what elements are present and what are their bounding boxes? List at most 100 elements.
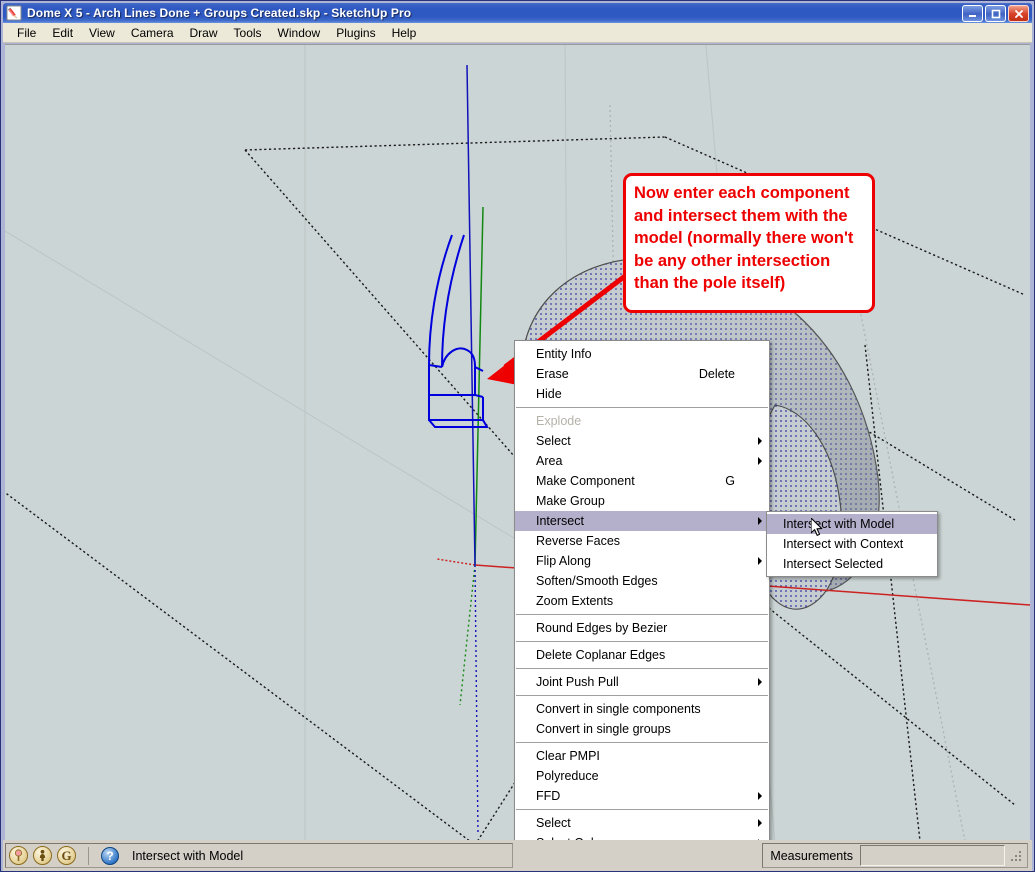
- context-menu-item-label: Joint Push Pull: [536, 675, 619, 689]
- submenu-item-intersect-selected[interactable]: Intersect Selected: [767, 554, 937, 574]
- context-menu-item-delete-coplanar-edges[interactable]: Delete Coplanar Edges: [515, 645, 769, 665]
- window-title: Dome X 5 - Arch Lines Done + Groups Crea…: [27, 6, 412, 20]
- context-menu-item-label: Hide: [536, 387, 562, 401]
- sketchup-pencil-icon: [6, 5, 23, 21]
- context-menu-item-area[interactable]: Area: [515, 451, 769, 471]
- context-menu-item-label: Select: [536, 434, 571, 448]
- menu-item-camera[interactable]: Camera: [123, 24, 182, 42]
- context-menu-item-select[interactable]: Select: [515, 431, 769, 451]
- context-menu-separator: [516, 695, 768, 696]
- context-menu-item-joint-push-pull[interactable]: Joint Push Pull: [515, 672, 769, 692]
- menu-item-plugins[interactable]: Plugins: [328, 24, 383, 42]
- context-menu-separator: [516, 742, 768, 743]
- context-menu-item-convert-in-single-components[interactable]: Convert in single components: [515, 699, 769, 719]
- callout-line-3: model (normally there won't: [634, 229, 854, 247]
- annotation-callout: Now enter each component and intersect t…: [623, 173, 875, 313]
- context-menu-item-label: Round Edges by Bezier: [536, 621, 668, 635]
- menu-item-help[interactable]: Help: [384, 24, 425, 42]
- context-menu-item-label: Flip Along: [536, 554, 591, 568]
- chevron-right-icon: [758, 517, 762, 525]
- chevron-right-icon: [758, 457, 762, 465]
- callout-line-2: and intersect them with the: [634, 206, 848, 225]
- menu-item-view[interactable]: View: [81, 24, 123, 42]
- chevron-right-icon: [758, 792, 762, 800]
- context-menu-item-label: Polyreduce: [536, 769, 599, 783]
- context-menu-item-label: Reverse Faces: [536, 534, 621, 548]
- status-message: Intersect with Model: [132, 848, 244, 863]
- window-controls: [962, 5, 1029, 22]
- context-menu-separator: [516, 641, 768, 642]
- menu-item-edit[interactable]: Edit: [44, 24, 81, 42]
- chevron-right-icon: [758, 678, 762, 686]
- chevron-right-icon: [758, 557, 762, 565]
- help-glyph: ?: [106, 848, 114, 863]
- callout-line-4: be any other intersection: [634, 251, 831, 270]
- context-menu[interactable]: Entity Info Erase Delete Hide Explode Se…: [514, 340, 770, 871]
- callout-line-1: Now enter each component: [634, 184, 850, 202]
- status-bar: G ? Intersect with Model Measurements: [3, 840, 1032, 871]
- context-menu-item-label: Explode: [536, 414, 582, 428]
- context-menu-item-label: Convert in single groups: [536, 722, 671, 736]
- intersect-submenu[interactable]: Intersect with Model Intersect with Cont…: [766, 511, 938, 577]
- context-menu-item-flip-along[interactable]: Flip Along: [515, 551, 769, 571]
- context-menu-item-label: Intersect: [536, 514, 584, 528]
- google-g-glyph: G: [61, 847, 72, 863]
- menu-item-tools[interactable]: Tools: [226, 24, 270, 42]
- context-menu-item-reverse-faces[interactable]: Reverse Faces: [515, 531, 769, 551]
- context-menu-item-hide[interactable]: Hide: [515, 384, 769, 404]
- context-menu-separator: [516, 407, 768, 408]
- context-menu-item-accel: G: [725, 474, 735, 488]
- status-bar-divider: [88, 846, 89, 865]
- close-button[interactable]: [1008, 5, 1029, 22]
- context-menu-item-label: Make Component: [536, 474, 635, 488]
- chevron-right-icon: [758, 819, 762, 827]
- sketchup-window: Dome X 5 - Arch Lines Done + Groups Crea…: [0, 0, 1035, 872]
- context-menu-item-label: Area: [536, 454, 563, 468]
- context-menu-item-erase[interactable]: Erase Delete: [515, 364, 769, 384]
- context-menu-item-convert-in-single-groups[interactable]: Convert in single groups: [515, 719, 769, 739]
- callout-line-5: than the pole itself): [634, 274, 786, 292]
- context-menu-item-zoom-extents[interactable]: Zoom Extents: [515, 591, 769, 611]
- chevron-right-icon: [758, 437, 762, 445]
- context-menu-item-entity-info[interactable]: Entity Info: [515, 344, 769, 364]
- google-g-icon[interactable]: G: [57, 846, 76, 865]
- measurements-panel: Measurements: [762, 843, 1028, 868]
- context-menu-item-clear-pmpi[interactable]: Clear PMPI: [515, 746, 769, 766]
- help-icon[interactable]: ?: [101, 846, 119, 865]
- context-menu-item-label: Delete Coplanar Edges: [536, 648, 666, 662]
- submenu-item-label: Intersect with Model: [783, 517, 895, 531]
- context-menu-item-label: Make Group: [536, 494, 605, 508]
- menu-item-file[interactable]: File: [9, 24, 44, 42]
- context-menu-item-polyreduce[interactable]: Polyreduce: [515, 766, 769, 786]
- context-menu-item-soften-smooth-edges[interactable]: Soften/Smooth Edges: [515, 571, 769, 591]
- resize-grip-icon[interactable]: [1009, 849, 1023, 863]
- menu-item-window[interactable]: Window: [270, 24, 329, 42]
- menu-bar: File Edit View Camera Draw Tools Window …: [3, 23, 1032, 43]
- context-menu-item-make-group[interactable]: Make Group: [515, 491, 769, 511]
- minimize-button[interactable]: [962, 5, 983, 22]
- measurements-box: Measurements: [762, 843, 1028, 868]
- context-menu-item-intersect[interactable]: Intersect: [515, 511, 769, 531]
- maximize-button[interactable]: [985, 5, 1006, 22]
- context-menu-item-ffd[interactable]: FFD: [515, 786, 769, 806]
- context-menu-item-select-2[interactable]: Select: [515, 813, 769, 833]
- mouse-cursor-icon: [810, 517, 825, 543]
- context-menu-item-accel: Delete: [698, 367, 735, 381]
- context-menu-item-round-edges-by-bezier[interactable]: Round Edges by Bezier: [515, 618, 769, 638]
- context-menu-separator: [516, 668, 768, 669]
- person-icon[interactable]: [33, 846, 52, 865]
- title-bar[interactable]: Dome X 5 - Arch Lines Done + Groups Crea…: [3, 3, 1032, 23]
- submenu-item-intersect-with-context[interactable]: Intersect with Context: [767, 534, 937, 554]
- measurements-input[interactable]: [860, 845, 1005, 866]
- measurements-label: Measurements: [770, 848, 853, 863]
- context-menu-item-label: FFD: [536, 789, 561, 803]
- context-menu-item-label: Zoom Extents: [536, 594, 614, 608]
- context-menu-item-make-component[interactable]: Make Component G: [515, 471, 769, 491]
- status-bar-icons: G ? Intersect with Model: [3, 846, 243, 865]
- menu-item-draw[interactable]: Draw: [182, 24, 226, 42]
- context-menu-item-label: Erase: [536, 367, 569, 381]
- submenu-item-label: Intersect with Context: [783, 537, 904, 551]
- submenu-item-label: Intersect Selected: [783, 557, 884, 571]
- geo-location-icon[interactable]: [9, 846, 28, 865]
- submenu-item-intersect-with-model[interactable]: Intersect with Model: [767, 514, 937, 534]
